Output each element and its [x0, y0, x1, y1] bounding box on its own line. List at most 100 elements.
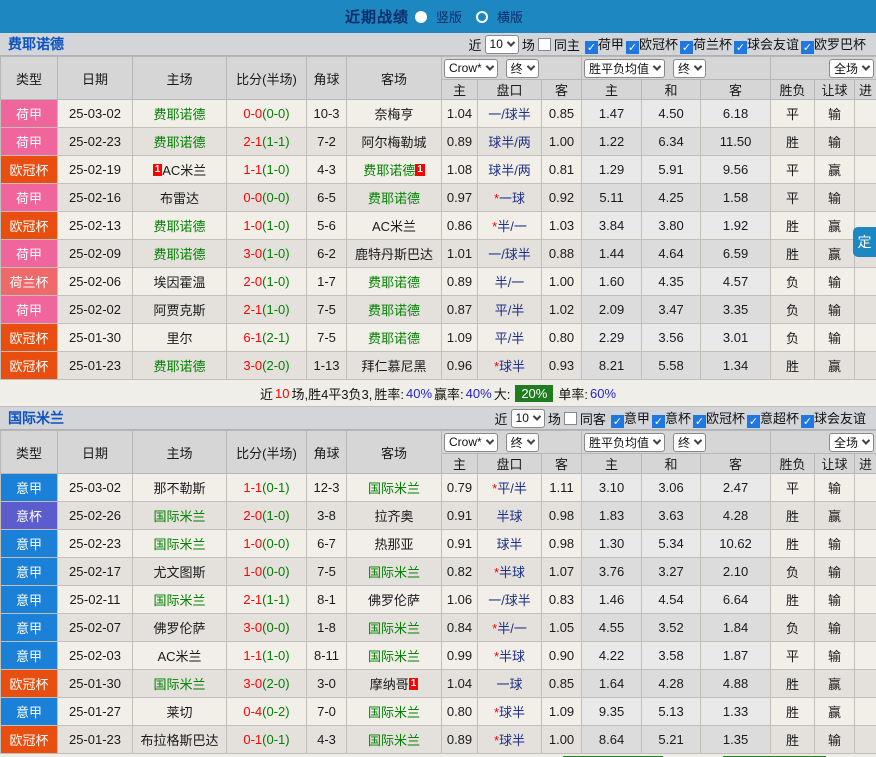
away-team-name: 国际米兰: [368, 733, 420, 748]
away-team-name: 国际米兰: [368, 649, 420, 664]
same-venue-label: 同主: [554, 35, 580, 54]
score-cell: 0-0(0-0): [227, 100, 307, 128]
league-label[interactable]: 荷甲: [598, 37, 624, 52]
pin-side-tab[interactable]: 定: [853, 227, 876, 257]
match-date: 25-02-02: [58, 296, 133, 324]
horizontal-layout-label[interactable]: 横版: [497, 7, 523, 26]
league-label[interactable]: 意杯: [665, 411, 691, 426]
corner-count: 1-7: [307, 268, 347, 296]
goals-cell-cutoff: [855, 698, 876, 726]
team-section: 国际米兰 近 10 场 同客 ✓意甲✓意杯✓欧冠杯✓意超杯✓球会友谊 类型 日期: [0, 407, 876, 754]
halftime-score: (2-1): [262, 330, 289, 345]
same-venue-checkbox[interactable]: [564, 412, 577, 425]
odds-time-dropdown[interactable]: 终: [506, 59, 539, 78]
horizontal-layout-radio[interactable]: [476, 11, 488, 23]
recent-results-page: 近期战绩 竖版 横版 费耶诺德 近 10 场 同主 ✓荷甲✓欧冠杯✓荷兰杯✓球会…: [0, 0, 876, 757]
result-cell: 平: [771, 156, 815, 184]
same-venue-label: 同客: [580, 409, 606, 428]
league-label[interactable]: 意超杯: [760, 411, 799, 426]
cover-cell: 输: [815, 184, 855, 212]
full-match-dropdown[interactable]: 全场: [829, 433, 874, 452]
avg-home-odds: 8.21: [582, 352, 642, 380]
avg-draw-odds: 3.52: [642, 614, 701, 642]
away-team-name: 佛罗伦萨: [368, 593, 420, 608]
games-label: 场: [548, 409, 561, 428]
league-checkbox[interactable]: ✓: [611, 415, 624, 428]
league-label[interactable]: 意甲: [624, 411, 650, 426]
same-venue-checkbox[interactable]: [538, 38, 551, 51]
home-team: 国际米兰: [133, 530, 227, 558]
away-team: 费耶诺德: [347, 268, 442, 296]
odds-home: 0.91: [442, 530, 478, 558]
wdl-average-dropdown[interactable]: 胜平负均值: [584, 59, 665, 78]
league-checkbox[interactable]: ✓: [652, 415, 665, 428]
handicap-text: 半球: [499, 649, 525, 664]
result-cell: 平: [771, 184, 815, 212]
avg-home-odds: 1.44: [582, 240, 642, 268]
league-checkbox[interactable]: ✓: [626, 41, 639, 54]
recent-count-dropdown[interactable]: 10: [511, 409, 545, 428]
away-team: 费耶诺德: [347, 184, 442, 212]
handicap-text: 半球: [496, 509, 522, 524]
home-team-name: 费耶诺德: [153, 219, 205, 234]
subcol-0: 主: [442, 80, 478, 100]
score-cell: 3-0(0-0): [227, 614, 307, 642]
handicap-text: 平/半: [497, 481, 527, 496]
vertical-layout-label[interactable]: 竖版: [436, 7, 462, 26]
cover-cell: 输: [815, 530, 855, 558]
away-team-name: 费耶诺德: [368, 275, 420, 290]
away-team-name: 阿尔梅勒城: [361, 135, 426, 150]
recent-count-dropdown[interactable]: 10: [485, 35, 519, 54]
near-label: 近: [469, 35, 482, 54]
score-cell: 2-0(1-0): [227, 268, 307, 296]
handicap-text: 半/一: [497, 219, 527, 234]
league-label[interactable]: 球会友谊: [814, 411, 866, 426]
home-team: 尤文图斯: [133, 558, 227, 586]
wdl-time-dropdown[interactable]: 终: [673, 59, 706, 78]
away-team: 阿尔梅勒城: [347, 128, 442, 156]
league-checkbox[interactable]: ✓: [734, 41, 747, 54]
home-team-name: 里尔: [166, 331, 192, 346]
avg-draw-odds: 3.80: [642, 212, 701, 240]
summary-count: 10: [275, 386, 289, 401]
wdl-average-dropdown[interactable]: 胜平负均值: [584, 433, 665, 452]
full-match-dropdown[interactable]: 全场: [829, 59, 874, 78]
summary-row: 近10场,胜4平3负3, 胜率:40% 赢率:40% 大:20%单率:60%: [0, 380, 876, 407]
match-rows: 意甲25-03-02那不勒斯1-1(0-1)12-3国际米兰0.79*平/半1.…: [1, 474, 876, 754]
league-checkbox[interactable]: ✓: [693, 415, 706, 428]
handicap-text: 球半/两: [488, 163, 531, 178]
odds-time-dropdown[interactable]: 终: [506, 433, 539, 452]
goals-cell-cutoff: [855, 474, 876, 502]
team-section: 费耶诺德 近 10 场 同主 ✓荷甲✓欧冠杯✓荷兰杯✓球会友谊✓欧罗巴杯 类型 …: [0, 33, 876, 407]
league-checkbox[interactable]: ✓: [680, 41, 693, 54]
match-date: 25-01-23: [58, 726, 133, 754]
bookmaker-dropdown[interactable]: Crow*: [444, 59, 498, 78]
league-checkbox[interactable]: ✓: [801, 415, 814, 428]
away-team-name: 费耶诺德: [368, 303, 420, 318]
result-cell: 负: [771, 268, 815, 296]
vertical-layout-radio[interactable]: [415, 11, 427, 23]
league-label[interactable]: 欧冠杯: [639, 37, 678, 52]
wdl-time-dropdown[interactable]: 终: [673, 433, 706, 452]
match-date: 25-02-06: [58, 268, 133, 296]
corner-count: 8-1: [307, 586, 347, 614]
bookmaker-dropdown[interactable]: Crow*: [444, 433, 498, 452]
handicap-text: 一球: [496, 677, 522, 692]
away-team: 奈梅亨: [347, 100, 442, 128]
win-rate-label: 胜率:: [374, 384, 404, 403]
goals-cell-cutoff: [855, 352, 876, 380]
league-checkbox[interactable]: ✓: [585, 41, 598, 54]
league-label[interactable]: 欧冠杯: [706, 411, 745, 426]
league-checkbox[interactable]: ✓: [747, 415, 760, 428]
handicap-text: 球半: [499, 705, 525, 720]
avg-draw-odds: 5.21: [642, 726, 701, 754]
league-label[interactable]: 球会友谊: [747, 37, 799, 52]
odds-away: 1.02: [542, 296, 582, 324]
away-team-name: 费耶诺德: [368, 191, 420, 206]
win-rate-value: 40%: [406, 386, 432, 401]
home-team: 里尔: [133, 324, 227, 352]
league-label[interactable]: 荷兰杯: [693, 37, 732, 52]
league-checkbox[interactable]: ✓: [801, 41, 814, 54]
league-label[interactable]: 欧罗巴杯: [814, 37, 866, 52]
cover-cell: 赢: [815, 670, 855, 698]
